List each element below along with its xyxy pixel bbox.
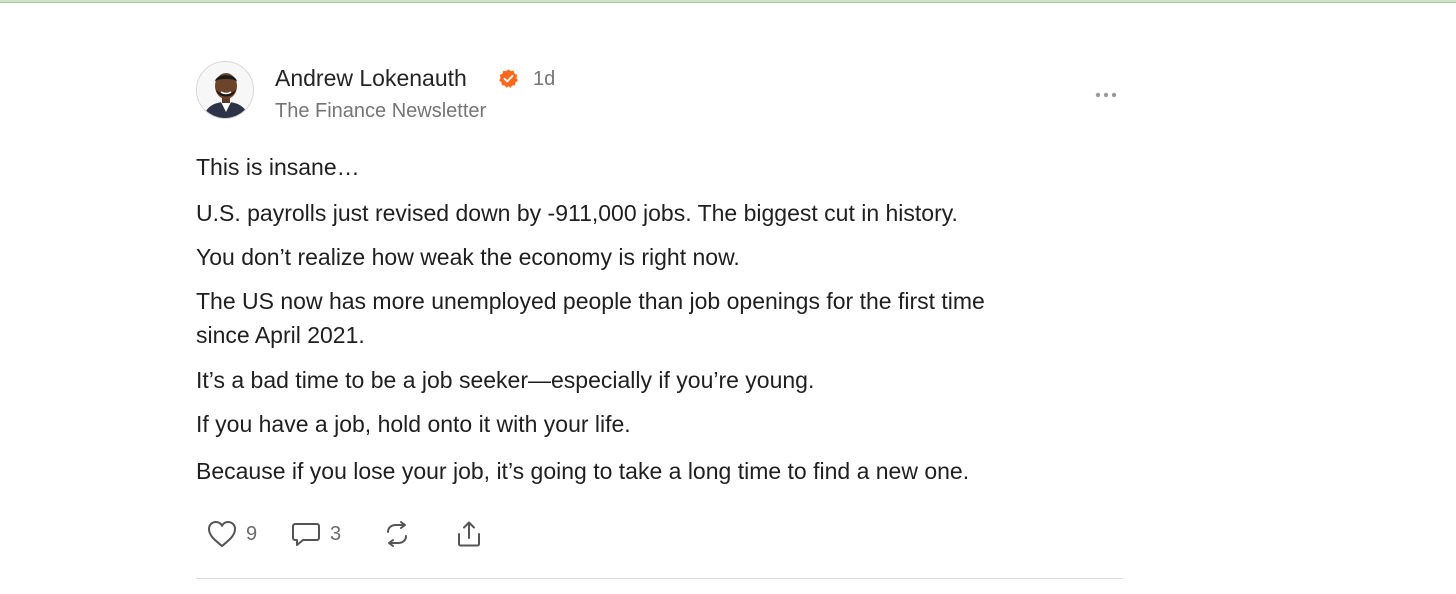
comment-count: 3 <box>330 522 342 545</box>
more-options-button[interactable] <box>1092 86 1120 104</box>
post-paragraph: If you have a job, hold onto it with you… <box>196 411 631 437</box>
restack-icon <box>387 521 407 547</box>
post-paragraph: You don’t realize how weak the economy i… <box>196 244 740 270</box>
avatar[interactable] <box>196 61 254 119</box>
post-paragraph: This is insane… <box>196 154 360 180</box>
author-name[interactable]: Andrew Lokenauth <box>275 65 467 92</box>
comment-icon <box>292 523 320 546</box>
share-icon <box>458 521 480 547</box>
post-paragraph: Because if you lose your job, it’s going… <box>196 458 970 484</box>
post-divider <box>196 578 1123 579</box>
like-button[interactable]: 9 <box>206 514 257 554</box>
heart-icon <box>207 520 237 548</box>
post-paragraph: The US now has more unemployed people th… <box>196 288 985 314</box>
post-paragraph: since April 2021. <box>196 322 365 348</box>
like-count: 9 <box>246 522 258 545</box>
avatar-image <box>197 62 253 118</box>
post-paragraph: It’s a bad time to be a job seeker—espec… <box>196 367 815 393</box>
verified-check-icon <box>498 68 519 89</box>
share-button[interactable] <box>454 514 484 554</box>
post-time[interactable]: 1d <box>533 68 555 91</box>
post-paragraph: U.S. payrolls just revised down by -911,… <box>196 200 958 226</box>
comment-button[interactable]: 3 <box>290 514 341 554</box>
publication-name[interactable]: The Finance Newsletter <box>275 100 486 123</box>
top-border <box>0 0 1456 3</box>
restack-button[interactable] <box>382 514 412 554</box>
more-horizontal-icon <box>1095 92 1117 98</box>
